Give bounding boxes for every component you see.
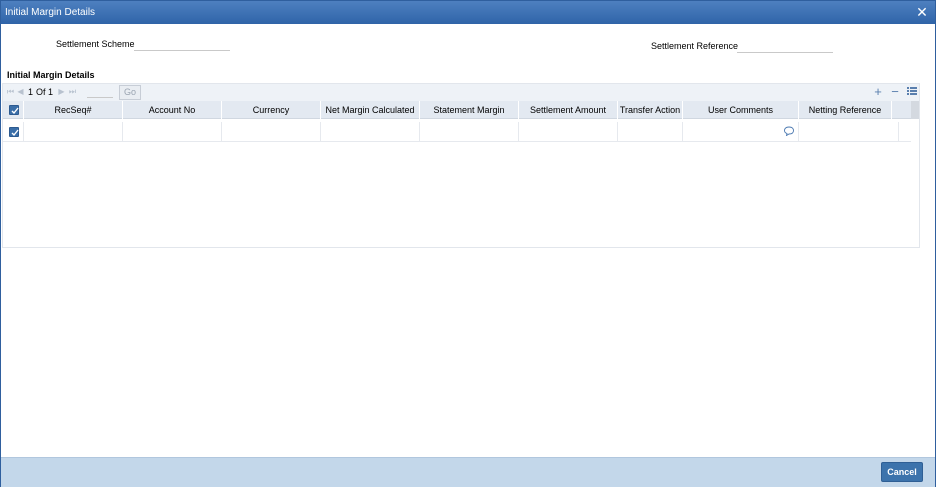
- window-title: Initial Margin Details: [5, 7, 96, 18]
- section-title: Initial Margin Details: [7, 70, 95, 80]
- column-header-netting-reference[interactable]: Netting Reference: [799, 101, 892, 119]
- column-header-net-margin-calculated[interactable]: Net Margin Calculated: [321, 101, 420, 119]
- cell-user-comments[interactable]: [683, 122, 799, 142]
- cell-account-no[interactable]: [123, 122, 222, 142]
- delete-row-icon[interactable]: −: [889, 85, 901, 99]
- settlement-reference-label: Settlement Reference: [651, 41, 739, 51]
- of-label: Of: [36, 87, 46, 97]
- go-button[interactable]: Go: [119, 85, 141, 100]
- title-bar: Initial Margin Details ✕: [1, 1, 935, 24]
- last-page-icon[interactable]: ⏭: [68, 87, 77, 97]
- cell-statement-margin[interactable]: [420, 122, 519, 142]
- column-header-user-comments[interactable]: User Comments: [683, 101, 799, 119]
- cancel-button[interactable]: Cancel: [881, 462, 923, 482]
- comment-icon[interactable]: [784, 126, 794, 138]
- column-header-recseq[interactable]: RecSeq#: [24, 101, 123, 119]
- row-select-cell: [3, 122, 24, 142]
- first-page-icon[interactable]: ⏮: [6, 87, 15, 97]
- current-page: 1: [28, 87, 34, 97]
- grid-toolbar: ⏮ ◀ 1 Of 1 ▶ ⏭ Go + −: [3, 84, 919, 101]
- total-pages: 1: [48, 87, 54, 97]
- next-page-icon[interactable]: ▶: [57, 87, 66, 97]
- close-icon[interactable]: ✕: [915, 4, 929, 20]
- select-all-cell: [3, 101, 24, 119]
- settlement-scheme-input[interactable]: [134, 39, 230, 51]
- column-header-account-no[interactable]: Account No: [123, 101, 222, 119]
- cell-transfer-action[interactable]: [618, 122, 683, 142]
- cell-currency[interactable]: [222, 122, 321, 142]
- go-to-page-input[interactable]: [87, 87, 113, 98]
- prev-page-icon[interactable]: ◀: [16, 87, 25, 97]
- column-header-currency[interactable]: Currency: [222, 101, 321, 119]
- initial-margin-grid: ⏮ ◀ 1 Of 1 ▶ ⏭ Go + − RecSeq# Account No…: [2, 83, 920, 248]
- add-row-icon[interactable]: +: [872, 85, 884, 99]
- settlement-scheme-label: Settlement Scheme: [56, 39, 135, 49]
- dialog-window: Initial Margin Details ✕ Settlement Sche…: [0, 0, 936, 487]
- dialog-footer: Cancel: [1, 457, 935, 487]
- row-checkbox[interactable]: [9, 127, 19, 137]
- settlement-reference-input[interactable]: [737, 41, 833, 53]
- column-header-statement-margin[interactable]: Statement Margin: [420, 101, 519, 119]
- column-header-settlement-amount[interactable]: Settlement Amount: [519, 101, 618, 119]
- single-view-icon[interactable]: [906, 85, 918, 99]
- cell-net-margin-calculated[interactable]: [321, 122, 420, 142]
- cell-recseq[interactable]: [24, 122, 123, 142]
- column-header-transfer-action[interactable]: Transfer Action: [618, 101, 683, 119]
- select-all-checkbox[interactable]: [9, 105, 19, 115]
- grid-scrollbar[interactable]: [911, 101, 919, 119]
- cell-netting-reference[interactable]: [799, 122, 899, 142]
- table-row: [3, 122, 911, 142]
- cell-settlement-amount[interactable]: [519, 122, 618, 142]
- grid-header-row: RecSeq# Account No Currency Net Margin C…: [3, 101, 911, 119]
